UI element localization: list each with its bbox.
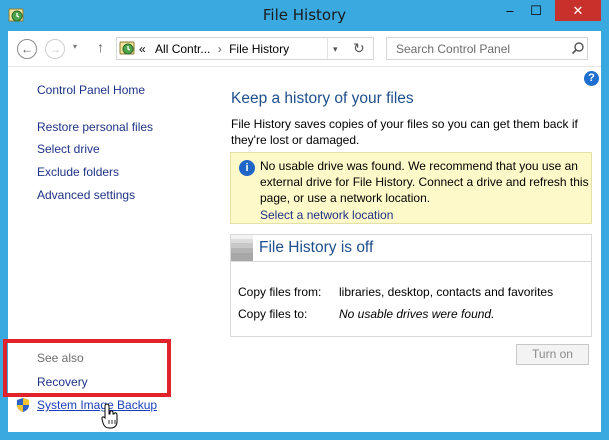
search-input[interactable]: Search Control Panel bbox=[386, 37, 588, 60]
breadcrumb: « All Contr... › File History bbox=[139, 42, 289, 56]
breadcrumb-file-history[interactable]: File History bbox=[229, 42, 289, 56]
hand-cursor-icon bbox=[101, 403, 118, 429]
info-icon: i bbox=[239, 160, 255, 176]
file-history-icon bbox=[119, 41, 135, 55]
navigation-bar: ← → ▾ ↑ « All Contr... › File History ▾ bbox=[8, 31, 601, 67]
address-dropdown-icon[interactable]: ▾ bbox=[333, 44, 338, 55]
copy-to-value: No usable drives were found. bbox=[339, 307, 495, 321]
copy-from-label: Copy files from: bbox=[238, 285, 322, 299]
status-header: File History is off bbox=[231, 235, 591, 262]
exclude-folders-link[interactable]: Exclude folders bbox=[37, 165, 119, 179]
page-description: File History saves copies of your files … bbox=[231, 117, 578, 147]
address-divider bbox=[327, 38, 328, 59]
turn-on-button[interactable]: Turn on bbox=[516, 344, 589, 365]
recent-locations-icon[interactable]: ▾ bbox=[73, 42, 77, 51]
title-bar[interactable]: File History – ☐ ✕ bbox=[0, 0, 609, 31]
copy-from-value: libraries, desktop, contacts and favorit… bbox=[339, 285, 554, 299]
advanced-settings-link[interactable]: Advanced settings bbox=[37, 188, 135, 202]
breadcrumb-overflow[interactable]: « bbox=[139, 42, 146, 56]
minimize-button[interactable]: – bbox=[497, 0, 523, 21]
help-icon[interactable]: ? bbox=[584, 71, 599, 86]
highlight-box bbox=[3, 339, 171, 397]
system-image-backup-link[interactable]: System Image Backup bbox=[37, 398, 157, 412]
refresh-icon[interactable]: ↻ bbox=[353, 40, 365, 57]
search-placeholder: Search Control Panel bbox=[396, 42, 511, 56]
forward-button[interactable]: → bbox=[45, 39, 65, 59]
select-network-location-link[interactable]: Select a network location bbox=[260, 208, 393, 222]
select-drive-link[interactable]: Select drive bbox=[37, 142, 100, 156]
status-panel: File History is off Copy files from: lib… bbox=[230, 234, 592, 337]
status-graphic bbox=[231, 235, 253, 261]
control-panel-home-link[interactable]: Control Panel Home bbox=[37, 83, 145, 97]
info-message: No usable drive was found. We recommend … bbox=[260, 159, 589, 205]
copy-to-label: Copy files to: bbox=[238, 307, 308, 321]
restore-personal-files-link[interactable]: Restore personal files bbox=[37, 120, 153, 134]
close-button[interactable]: ✕ bbox=[555, 0, 601, 21]
address-bar[interactable]: « All Contr... › File History ▾ ↻ bbox=[116, 37, 374, 60]
page-title: Keep a history of your files bbox=[231, 90, 414, 107]
shield-icon bbox=[17, 398, 29, 412]
info-banner: i No usable drive was found. We recommen… bbox=[230, 152, 592, 224]
maximize-button[interactable]: ☐ bbox=[523, 0, 549, 21]
up-button[interactable]: ↑ bbox=[97, 39, 104, 55]
status-title: File History is off bbox=[259, 239, 374, 256]
breadcrumb-separator[interactable]: › bbox=[218, 42, 222, 56]
breadcrumb-all-control-panel[interactable]: All Contr... bbox=[155, 42, 210, 56]
back-button[interactable]: ← bbox=[17, 39, 37, 59]
search-icon[interactable] bbox=[571, 41, 585, 55]
